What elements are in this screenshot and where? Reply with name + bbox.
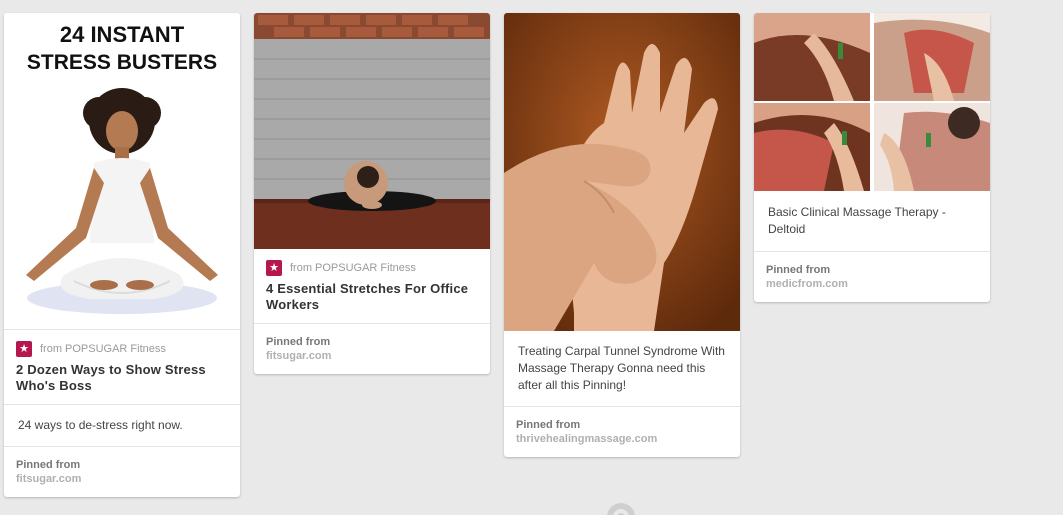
pin-image[interactable]: 24 INSTANT STRESS BUSTERS	[4, 13, 240, 329]
spinner-icon	[607, 503, 635, 515]
pinned-from[interactable]: Pinned from fitsugar.com	[4, 447, 240, 497]
pin-card[interactable]: ★ from POPSUGAR Fitness 4 Essential Stret…	[254, 13, 490, 374]
pin-card[interactable]: 24 INSTANT STRESS BUSTERS ★ from POPSUGA…	[4, 13, 240, 497]
pinned-from-domain[interactable]: thrivehealingmassage.com	[516, 432, 728, 447]
pin-title[interactable]: 4 Essential Stretches For Office Workers	[254, 276, 490, 323]
source-name: POPSUGAR Fitness	[65, 343, 166, 355]
pinned-from-label: Pinned from	[266, 336, 331, 348]
pin-card[interactable]: Basic Clinical Massage Therapy - Deltoid…	[754, 13, 990, 302]
pin-description: Treating Carpal Tunnel Syndrome With Mas…	[518, 344, 725, 392]
source-text: from POPSUGAR Fitness	[290, 262, 416, 274]
image-headline: 24 INSTANT	[60, 22, 185, 47]
pin-image[interactable]	[504, 13, 740, 331]
pinned-from[interactable]: Pinned from fitsugar.com	[254, 324, 490, 374]
pin-source[interactable]: ★ from POPSUGAR Fitness	[254, 249, 490, 276]
pin-image[interactable]	[254, 13, 490, 249]
pin-description: Basic Clinical Massage Therapy - Deltoid	[768, 205, 946, 236]
pin-card[interactable]: Treating Carpal Tunnel Syndrome With Mas…	[504, 13, 740, 457]
pinned-from-domain[interactable]: fitsugar.com	[16, 472, 228, 487]
pin-source[interactable]: ★ from POPSUGAR Fitness	[4, 330, 240, 357]
source-name: POPSUGAR Fitness	[315, 262, 416, 274]
pinned-from[interactable]: Pinned from thrivehealingmassage.com	[504, 407, 740, 457]
image-headline: STRESS BUSTERS	[27, 51, 217, 74]
star-icon: ★	[16, 341, 32, 357]
pin-board: 24 INSTANT STRESS BUSTERS ★ from POPSUGA…	[0, 0, 1063, 515]
pinned-from-label: Pinned from	[516, 419, 581, 431]
pinned-from-label: Pinned from	[16, 459, 81, 471]
source-text: from POPSUGAR Fitness	[40, 343, 166, 355]
star-icon: ★	[266, 260, 282, 276]
pinned-from-domain[interactable]: medicfrom.com	[766, 277, 978, 292]
pin-description: 24 ways to de-stress right now.	[18, 418, 183, 432]
pin-title[interactable]: 2 Dozen Ways to Show Stress Who's Boss	[4, 357, 240, 404]
pinned-from-label: Pinned from	[766, 264, 831, 276]
pinned-from[interactable]: Pinned from medicfrom.com	[754, 252, 990, 302]
pin-image[interactable]	[754, 13, 990, 191]
pinned-from-domain[interactable]: fitsugar.com	[266, 349, 478, 364]
